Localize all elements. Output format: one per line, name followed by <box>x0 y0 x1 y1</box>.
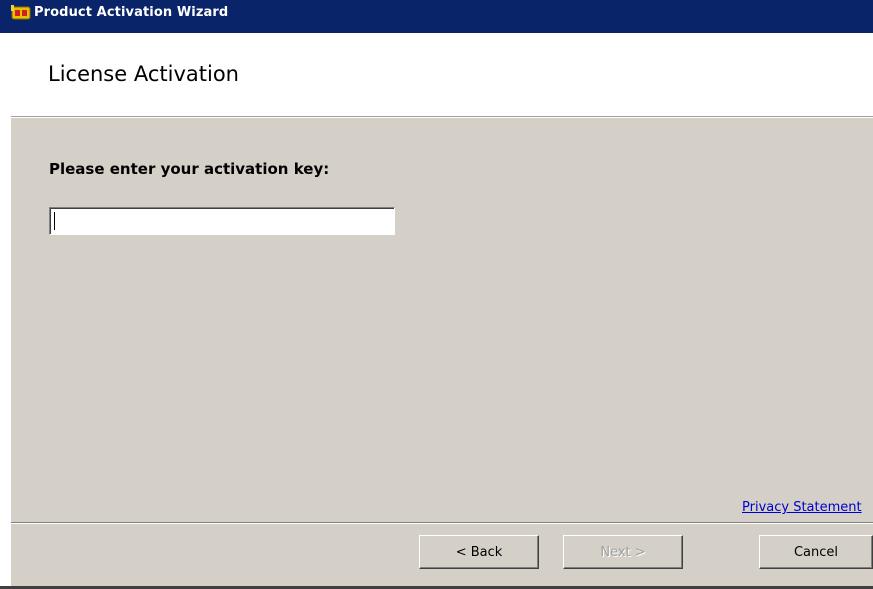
cancel-button[interactable]: Cancel <box>759 535 873 569</box>
wizard-footer: < Back Next > Cancel <box>11 524 873 586</box>
privacy-statement-link[interactable]: Privacy Statement <box>742 500 862 515</box>
page-title: License Activation <box>48 62 239 86</box>
title-bar[interactable]: Product Activation Wizard <box>0 0 873 33</box>
activation-wizard-icon <box>11 4 31 19</box>
wizard-window: Product Activation Wizard License Activa… <box>0 0 873 589</box>
text-caret <box>54 212 55 230</box>
wizard-header: License Activation <box>11 33 873 117</box>
back-button[interactable]: < Back <box>419 535 539 569</box>
activation-key-label: Please enter your activation key: <box>49 160 330 178</box>
window-title: Product Activation Wizard <box>34 5 229 20</box>
activation-key-input[interactable] <box>49 207 395 235</box>
left-frame <box>0 33 11 589</box>
wizard-content: Please enter your activation key: Privac… <box>11 118 873 522</box>
next-button[interactable]: Next > <box>563 535 683 569</box>
